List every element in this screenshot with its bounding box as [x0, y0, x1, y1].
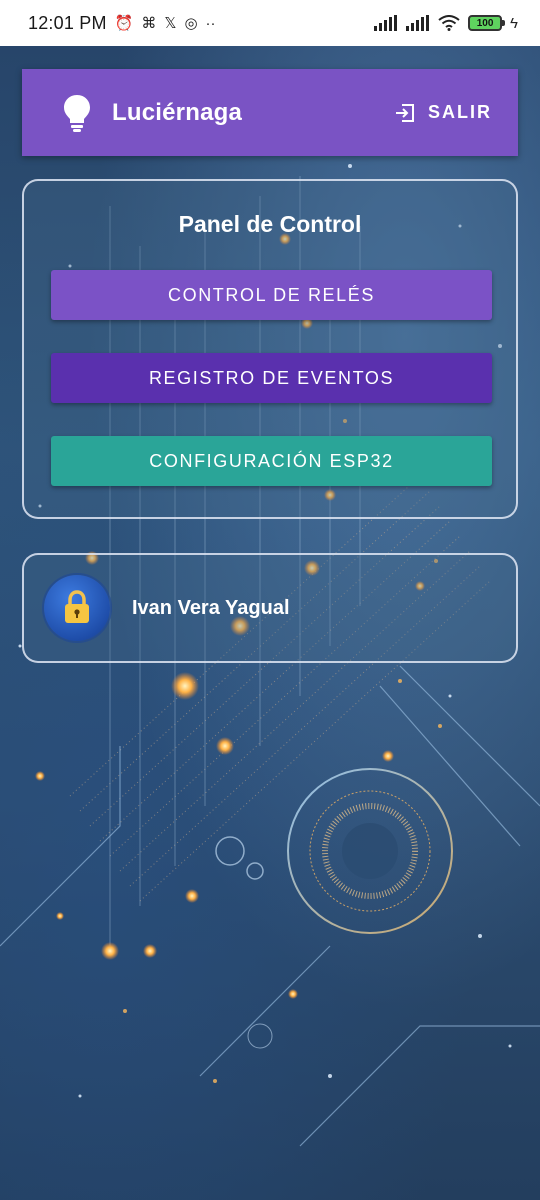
esp32-config-button[interactable]: CONFIGURACIÓN ESP32: [51, 436, 492, 486]
relay-control-button[interactable]: CONTROL DE RELÉS: [51, 270, 492, 320]
capcut-icon: ⌘: [141, 14, 157, 32]
instagram-icon: ◎: [184, 14, 198, 32]
lightbulb-icon: [64, 94, 90, 132]
logout-button[interactable]: SALIR: [394, 102, 492, 124]
battery-icon: 100: [468, 15, 506, 31]
user-card[interactable]: Ivan Vera Yagual: [22, 553, 518, 663]
brand: Luciérnaga: [62, 93, 242, 133]
app-title: Luciérnaga: [112, 98, 243, 126]
status-time: 12:01 PM: [28, 12, 107, 33]
event-log-button[interactable]: REGISTRO DE EVENTOS: [51, 353, 492, 403]
wifi-icon: [438, 15, 460, 31]
alarm-icon: ⏰: [114, 14, 134, 32]
lock-icon: [65, 590, 89, 623]
avatar: [44, 575, 110, 641]
signal-icon: [406, 15, 430, 31]
battery-level: 100: [476, 17, 494, 29]
signal-icon: [374, 15, 398, 31]
status-left: 12:01 PM ⏰ ⌘ 𝕏 ◎ ··: [28, 13, 216, 34]
status-right: 100 ϟ: [374, 15, 518, 31]
logout-icon: [396, 103, 414, 122]
control-panel: Panel de Control CONTROL DE RELÉS REGIST…: [22, 179, 518, 519]
user-name: Ivan Vera Yagual: [132, 596, 290, 619]
panel-title: Panel de Control: [178, 211, 362, 237]
status-bar: 12:01 PM ⏰ ⌘ 𝕏 ◎ ·· 100 ϟ: [0, 0, 540, 46]
app-bar: Luciérnaga SALIR: [22, 69, 518, 156]
charging-icon: ϟ: [510, 14, 518, 32]
x-icon: 𝕏: [164, 14, 177, 32]
logout-label: SALIR: [428, 102, 492, 122]
more-dots-icon: ··: [205, 14, 216, 32]
